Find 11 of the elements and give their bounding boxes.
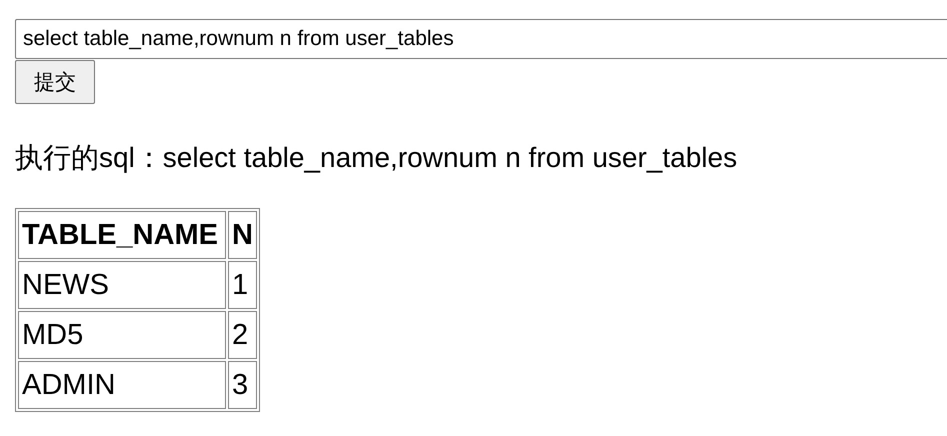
table-cell: 3 bbox=[228, 361, 257, 409]
table-cell: 2 bbox=[228, 311, 257, 359]
column-header: N bbox=[228, 211, 257, 259]
submit-button[interactable]: 提交 bbox=[15, 60, 95, 104]
query-field[interactable]: select table_name,rownum n from user_tables bbox=[15, 19, 947, 59]
table-cell: MD5 bbox=[18, 311, 226, 359]
table-cell: ADMIN bbox=[18, 361, 226, 409]
table-cell: NEWS bbox=[18, 261, 226, 309]
executed-sql-text: 执行的sql：select table_name,rownum n from user_tables bbox=[15, 141, 738, 175]
column-header: TABLE_NAME bbox=[18, 211, 226, 259]
table-cell: 1 bbox=[228, 261, 257, 309]
